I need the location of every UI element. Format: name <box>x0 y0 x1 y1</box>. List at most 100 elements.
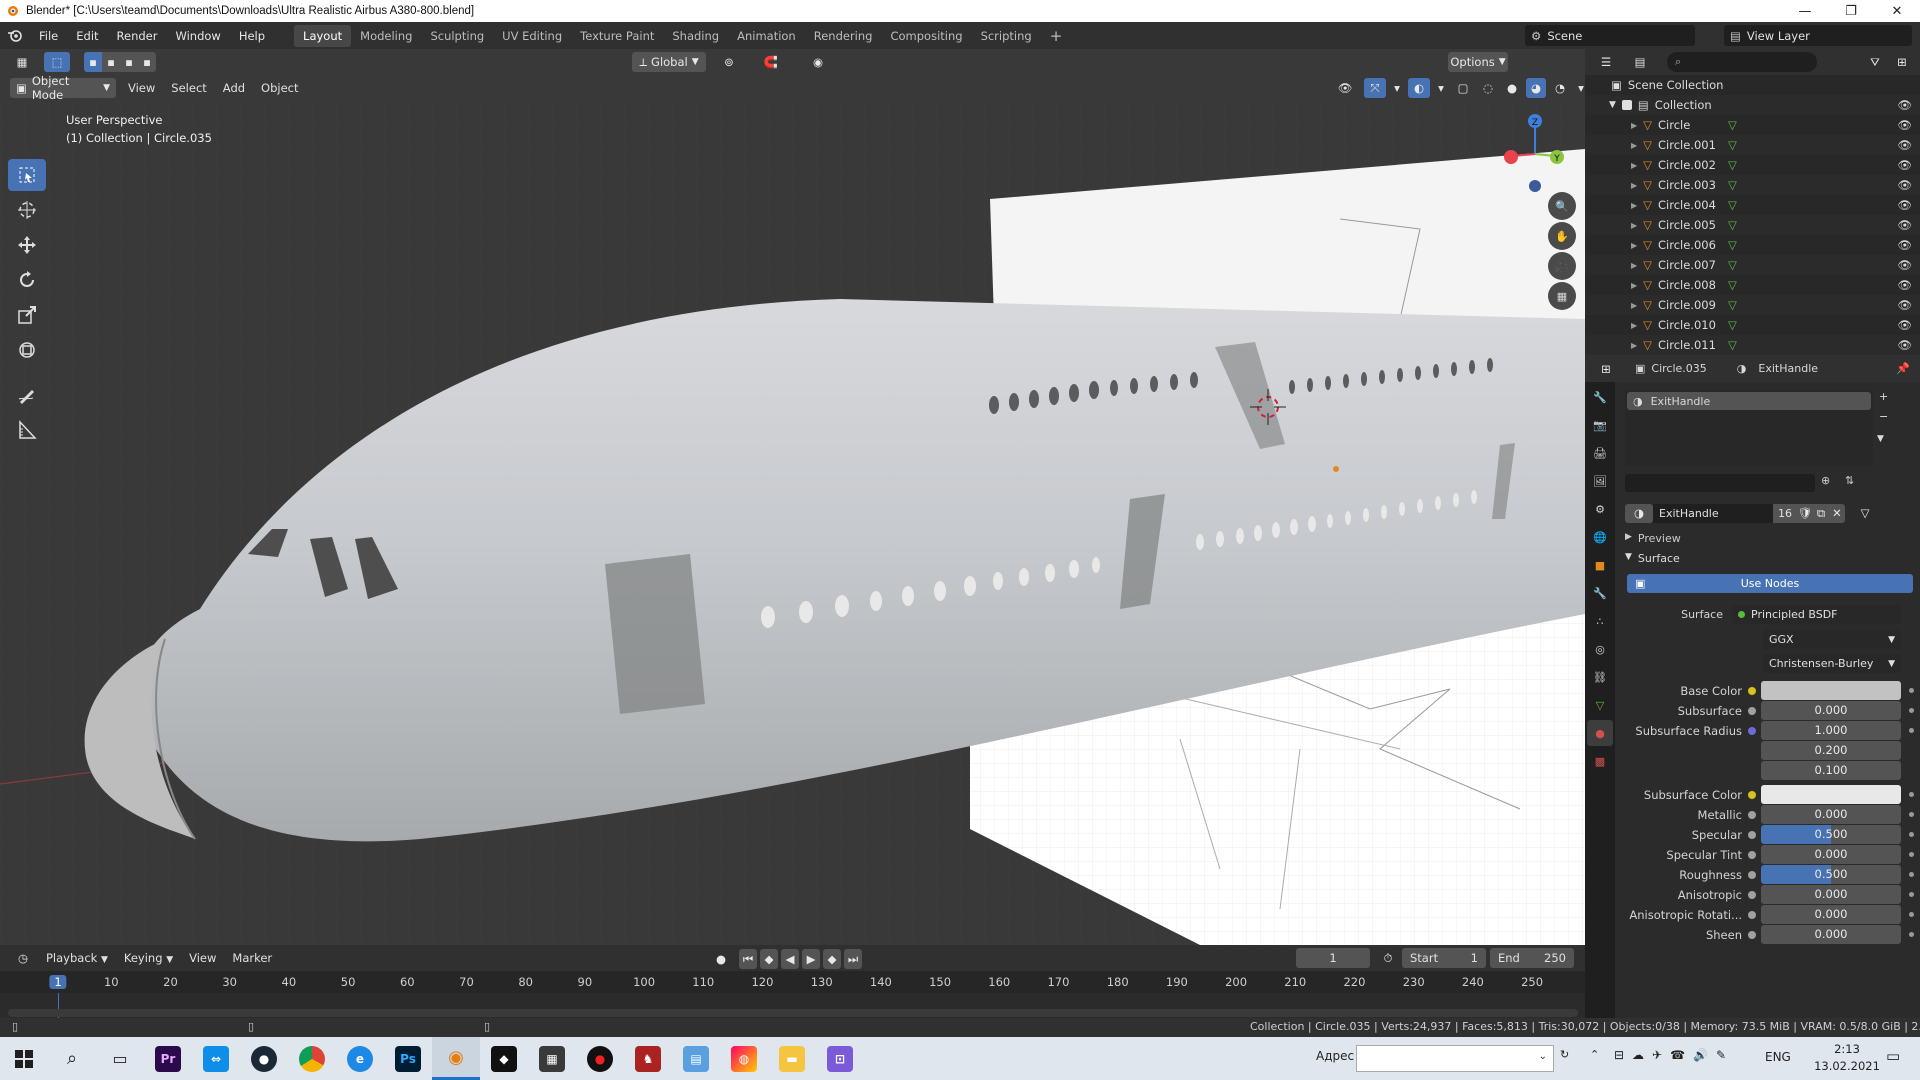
material-tab-icon[interactable]: ● <box>1587 720 1613 746</box>
color-swatch[interactable] <box>1761 785 1901 804</box>
mode-extend-icon[interactable]: ▪ <box>102 52 120 72</box>
keyframe-dot-icon[interactable] <box>1909 832 1914 837</box>
number-field[interactable]: 0.000 <box>1761 805 1901 824</box>
address-input[interactable]: ⌄ <box>1356 1045 1554 1072</box>
wireframe-shading-icon[interactable]: ◌ <box>1478 78 1498 98</box>
xray-icon[interactable]: ▢ <box>1452 78 1474 98</box>
steam-app-icon[interactable]: ● <box>240 1037 288 1080</box>
camera-view-icon[interactable]: 🎥 <box>1548 252 1576 280</box>
blender-app-icon[interactable]: ◉ <box>432 1037 480 1080</box>
user-count-field[interactable]: 16 <box>1773 503 1797 523</box>
chevron-down-icon[interactable]: ▼ <box>1877 434 1884 444</box>
cursor-icon[interactable] <box>8 194 46 226</box>
timeline-menu-playback[interactable]: Playback ▼ <box>38 951 116 965</box>
remove-slot-button[interactable]: − <box>1879 410 1888 423</box>
data-tab-icon[interactable]: ▽ <box>1587 692 1613 718</box>
keyframe-dot-icon[interactable] <box>1909 812 1914 817</box>
socket-icon[interactable] <box>1748 911 1756 919</box>
eye-icon[interactable]: 👁 <box>1897 158 1912 172</box>
app-icon-7[interactable]: ◆ <box>480 1037 528 1080</box>
socket-icon[interactable] <box>1748 727 1756 735</box>
view-layer-tab-icon[interactable]: 🖼 <box>1587 468 1613 494</box>
expand-arrow-icon[interactable]: ▶ <box>1631 181 1637 190</box>
navigation-gizmo[interactable]: Z Y <box>1495 104 1575 194</box>
solid-shading-icon[interactable]: ● <box>1502 78 1522 98</box>
ortho-grid-icon[interactable]: ▦ <box>1548 282 1576 310</box>
language-indicator[interactable]: ENG <box>1765 1050 1791 1064</box>
material-name-field[interactable]: ExitHandle <box>1653 503 1773 523</box>
expand-arrow-icon[interactable]: ▶ <box>1631 201 1637 210</box>
expand-arrow-icon[interactable]: ▶ <box>1631 121 1637 130</box>
eye-icon[interactable]: 👁 <box>1897 138 1912 152</box>
transform-orientation-dropdown[interactable]: ⟂ Global ▼ <box>632 52 706 72</box>
app-icon-12[interactable]: ◍ <box>720 1037 768 1080</box>
particles-tab-icon[interactable]: ∴ <box>1587 608 1613 634</box>
socket-icon[interactable] <box>1748 707 1756 715</box>
next-keyframe-icon[interactable]: ◆ <box>823 949 841 969</box>
expand-arrow-icon[interactable]: ▶ <box>1631 261 1637 270</box>
render-tab-icon[interactable]: 📷 <box>1587 412 1613 438</box>
rotate-icon[interactable] <box>8 264 46 296</box>
material-slot-item[interactable]: ◑ ExitHandle <box>1627 392 1871 410</box>
viewport-menu-object[interactable]: Object <box>253 81 306 95</box>
number-field[interactable]: 1.000 <box>1761 721 1901 740</box>
tray-icons[interactable]: ⊟☁✈☎🔊✎ <box>1614 1048 1734 1062</box>
blender-menu-icon[interactable] <box>0 29 30 43</box>
constraints-tab-icon[interactable]: ⛓ <box>1587 664 1613 690</box>
pan-hand-icon[interactable]: ✋ <box>1548 222 1576 250</box>
expand-arrow-icon[interactable]: ▶ <box>1631 221 1637 230</box>
expand-arrow-icon[interactable]: ▶ <box>1631 321 1637 330</box>
timeline-menu-keying[interactable]: Keying ▼ <box>116 951 181 965</box>
keyframe-dot-icon[interactable] <box>1909 708 1914 713</box>
edge-app-icon[interactable]: e <box>336 1037 384 1080</box>
viewport-menu-view[interactable]: View <box>120 81 163 95</box>
number-field[interactable]: 0.000 <box>1761 845 1901 864</box>
outliner-object-row[interactable]: ▶ ▽ Circle.001 ▽ 👁 <box>1585 135 1920 155</box>
tab-uv-editing[interactable]: UV Editing <box>493 25 571 47</box>
start-frame-field[interactable]: Start 1 <box>1402 948 1486 968</box>
app-icon-10[interactable]: ♞ <box>624 1037 672 1080</box>
eye-icon[interactable]: 👁 <box>1897 258 1912 272</box>
eye-icon[interactable]: 👁 <box>1897 238 1912 252</box>
mode-subtract-icon[interactable]: ▪ <box>120 52 138 72</box>
overlay-toggle-icon[interactable]: ◐ <box>1408 78 1430 98</box>
select-box-icon[interactable] <box>8 159 46 191</box>
browse-material-icon[interactable]: ◑ <box>1625 503 1653 523</box>
menu-help[interactable]: Help <box>230 25 274 47</box>
slider-field[interactable]: 0.500 <box>1761 865 1901 884</box>
eye-icon[interactable]: 👁 <box>1897 278 1912 292</box>
transform-icon[interactable] <box>8 334 46 366</box>
outliner-object-row[interactable]: ▶ ▽ Circle.006 ▽ 👁 <box>1585 235 1920 255</box>
eye-icon[interactable]: 👁 <box>1897 338 1912 352</box>
search-icon[interactable]: ⌕ <box>48 1037 96 1080</box>
number-field[interactable]: 0.000 <box>1761 905 1901 924</box>
eye-icon[interactable]: 👁 <box>1897 218 1912 232</box>
mode-set-icon[interactable]: ▪ <box>84 52 102 72</box>
unlink-icon[interactable]: ✕ <box>1829 503 1845 523</box>
windows-start-icon[interactable] <box>0 1037 48 1080</box>
new-collection-icon[interactable]: ⊞ <box>1891 52 1913 72</box>
mode-intersect-icon[interactable]: ▪ <box>138 52 156 72</box>
checkbox-icon[interactable] <box>1621 100 1632 110</box>
outliner-object-row[interactable]: ▶ ▽ Circle.007 ▽ 👁 <box>1585 255 1920 275</box>
jump-end-icon[interactable]: ⏭ <box>844 949 862 969</box>
world-tab-icon[interactable]: 🌐 <box>1587 524 1613 550</box>
tab-layout[interactable]: Layout <box>294 24 352 47</box>
gizmo-toggle-icon[interactable]: ⤧ <box>1364 78 1386 98</box>
annotate-icon[interactable] <box>8 379 46 411</box>
visibility-icon[interactable]: 👁 <box>1330 78 1360 98</box>
socket-icon[interactable] <box>1748 687 1756 695</box>
file-explorer-icon[interactable]: ▬ <box>768 1037 816 1080</box>
app-icon-8[interactable]: ▦ <box>528 1037 576 1080</box>
distribution-dropdown[interactable]: GGX ▼ <box>1763 630 1901 649</box>
close-button[interactable]: ✕ <box>1874 0 1920 22</box>
scene-tab-icon[interactable]: ⚙ <box>1587 496 1613 522</box>
select-tool-icon[interactable]: ⬚ <box>44 52 70 72</box>
keyframe-dot-icon[interactable] <box>1909 792 1914 797</box>
expand-arrow-icon[interactable]: ▶ <box>1631 141 1637 150</box>
refresh-icon[interactable]: ↻ <box>1560 1048 1569 1061</box>
scene-selector[interactable]: ⚙ Scene <box>1525 25 1695 46</box>
viewport-menu-select[interactable]: Select <box>163 81 214 95</box>
notifications-icon[interactable]: ▭ <box>1886 1047 1900 1065</box>
timeline-scrollbar[interactable] <box>8 1009 1578 1017</box>
